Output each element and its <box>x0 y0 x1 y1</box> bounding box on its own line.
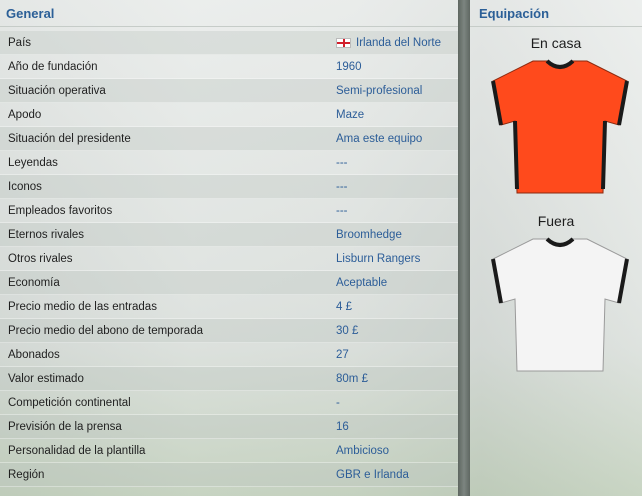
info-row-label: Año de fundación <box>8 60 98 73</box>
info-row-label: Valor estimado <box>8 372 84 385</box>
info-row-value: Lisburn Rangers <box>328 253 420 265</box>
info-row-value-text: --- <box>336 156 348 169</box>
info-row-label: Iconos <box>8 180 42 193</box>
info-row-value: 16 <box>328 421 349 433</box>
general-title: General <box>6 6 55 21</box>
info-row-label: Empleados favoritos <box>8 204 113 217</box>
info-row-value: Irlanda del Norte <box>328 37 441 49</box>
info-row[interactable]: Economía Aceptable <box>0 271 458 295</box>
info-row-value: --- <box>328 205 348 217</box>
info-row-value: Broomhedge <box>328 229 402 241</box>
info-row-label: Precio medio del abono de temporada <box>8 324 203 337</box>
info-row-label: Situación del presidente <box>8 132 131 145</box>
info-row-value-text: Aceptable <box>336 276 388 289</box>
northern-ireland-flag-icon <box>336 37 351 48</box>
general-info-list: País Irlanda del Norte Año de fundación 196… <box>0 31 458 487</box>
equipment-title-rule <box>470 26 642 27</box>
info-row-label: Personalidad de la plantilla <box>8 444 146 457</box>
general-title-rule <box>0 26 458 27</box>
info-row[interactable]: Otros rivales Lisburn Rangers <box>0 247 458 271</box>
info-row-value-text: Ama este equipo <box>336 132 423 145</box>
info-row-label: Previsión de la prensa <box>8 420 122 433</box>
info-row-value: 80m £ <box>328 373 368 385</box>
info-row-value-text: Semi-profesional <box>336 84 423 97</box>
info-row-value-text: 30 £ <box>336 324 359 337</box>
info-row-value-text: --- <box>336 204 348 217</box>
info-row-value: --- <box>328 181 348 193</box>
home-kit-label: En casa <box>530 35 582 51</box>
info-row-value: 27 <box>328 349 349 361</box>
info-row[interactable]: Situación operativa Semi-profesional <box>0 79 458 103</box>
info-row-label: País <box>8 36 32 49</box>
info-row-value-text: GBR e Irlanda <box>336 468 409 481</box>
info-row-value: GBR e Irlanda <box>328 469 409 481</box>
info-row-value-text: Ambicioso <box>336 444 390 457</box>
info-row-value: Maze <box>328 109 364 121</box>
info-row-value-text: --- <box>336 180 348 193</box>
info-row-value-text: 16 <box>336 420 349 433</box>
info-row-value-text: Irlanda del Norte <box>356 36 442 49</box>
info-row-label: Economía <box>8 276 60 289</box>
info-row-label: Otros rivales <box>8 252 73 265</box>
info-row-value-text: 1960 <box>336 60 362 73</box>
info-row-value: Ambicioso <box>328 445 389 457</box>
info-row[interactable]: Previsión de la prensa 16 <box>0 415 458 439</box>
info-row[interactable]: Año de fundación 1960 <box>0 55 458 79</box>
info-row-value: 30 £ <box>328 325 358 337</box>
info-row[interactable]: Abonados 27 <box>0 343 458 367</box>
info-row[interactable]: Precio medio del abono de temporada 30 £ <box>0 319 458 343</box>
info-row[interactable]: Leyendas --- <box>0 151 458 175</box>
info-row[interactable]: Eternos rivales Broomhedge <box>0 223 458 247</box>
info-row[interactable]: Precio medio de las entradas 4 £ <box>0 295 458 319</box>
info-row-label: Precio medio de las entradas <box>8 300 157 313</box>
info-row-label: Leyendas <box>8 156 58 169</box>
info-row-value: Ama este equipo <box>328 133 422 145</box>
info-row-label: Competición continental <box>8 396 131 409</box>
info-row-value-text: Maze <box>336 108 365 121</box>
info-row[interactable]: País Irlanda del Norte <box>0 31 458 55</box>
info-row-label: Abonados <box>8 348 60 361</box>
panel-divider <box>458 0 470 496</box>
info-row-value-text: - <box>336 396 340 409</box>
info-row[interactable]: Apodo Maze <box>0 103 458 127</box>
info-row[interactable]: Situación del presidente Ama este equipo <box>0 127 458 151</box>
info-row-value: 4 £ <box>328 301 352 313</box>
info-row-value-text: Broomhedge <box>336 228 402 241</box>
home-kit-shirt-icon[interactable] <box>489 57 631 197</box>
info-row-value-text: Lisburn Rangers <box>336 252 421 265</box>
info-row[interactable]: Competición continental - <box>0 391 458 415</box>
info-row-value: - <box>328 397 340 409</box>
info-row-value: --- <box>328 157 348 169</box>
info-row-label: Situación operativa <box>8 84 106 97</box>
info-row-value-text: 80m £ <box>336 372 368 385</box>
info-row-label: Apodo <box>8 108 42 121</box>
info-row-value-text: 4 £ <box>336 300 352 313</box>
info-row[interactable]: Iconos --- <box>0 175 458 199</box>
info-row[interactable]: Región GBR e Irlanda <box>0 463 458 487</box>
away-kit-label: Fuera <box>537 213 575 229</box>
info-row-value: Semi-profesional <box>328 85 422 97</box>
info-row[interactable]: Empleados favoritos --- <box>0 199 458 223</box>
info-row-label: Eternos rivales <box>8 228 85 241</box>
info-row-value: 1960 <box>328 61 362 73</box>
away-kit-shirt-icon[interactable] <box>489 235 631 375</box>
info-row-value-text: 27 <box>336 348 349 361</box>
info-row-label: Región <box>8 468 45 481</box>
info-row[interactable]: Valor estimado 80m £ <box>0 367 458 391</box>
equipment-title: Equipación <box>479 6 550 21</box>
info-row[interactable]: Personalidad de la plantilla Ambicioso <box>0 439 458 463</box>
info-row-value: Aceptable <box>328 277 387 289</box>
